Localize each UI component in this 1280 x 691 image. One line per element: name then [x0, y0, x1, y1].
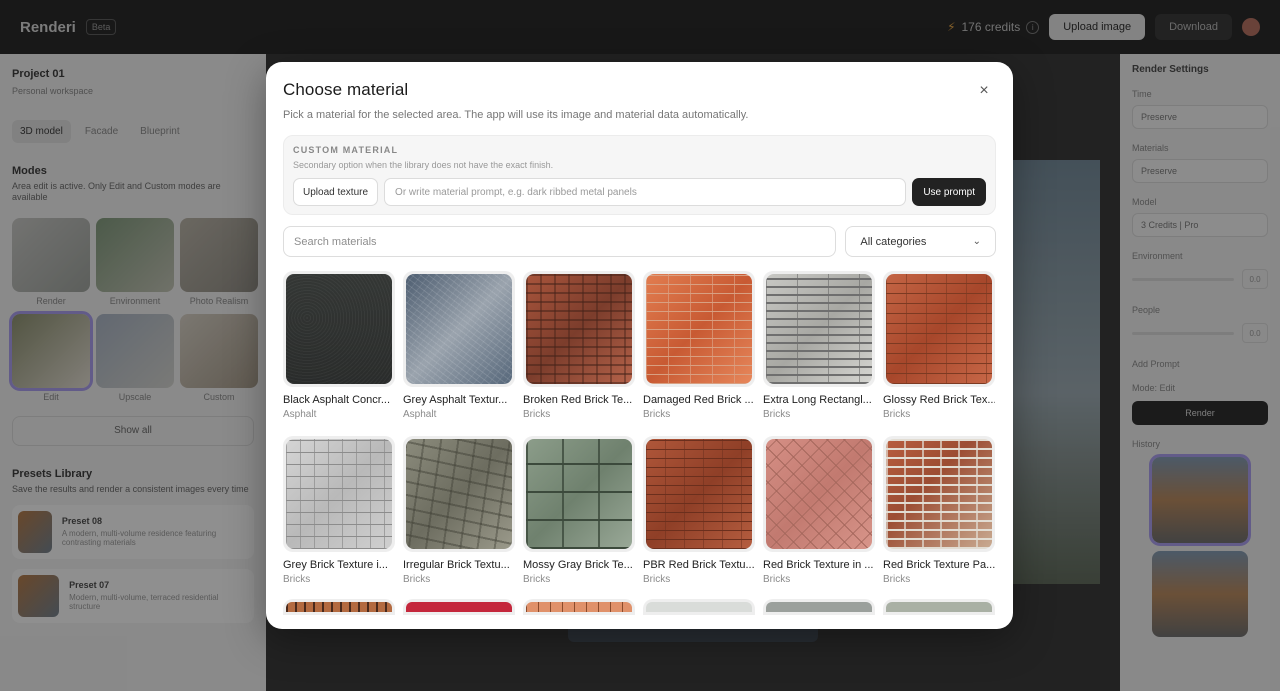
material-thumbnail[interactable] — [643, 271, 755, 387]
material-texture-image — [646, 439, 752, 549]
material-category: Bricks — [523, 409, 551, 420]
material-texture-image — [406, 602, 512, 612]
close-icon[interactable]: × — [975, 82, 993, 100]
material-name: Grey Asphalt Textur... — [403, 394, 508, 406]
materials-grid-row — [283, 599, 996, 615]
material-name: Black Asphalt Concr... — [283, 394, 390, 406]
material-thumbnail[interactable] — [283, 599, 395, 615]
material-thumbnail[interactable] — [523, 271, 635, 387]
filter-row: All categories ⌄ — [283, 226, 996, 257]
material-texture-image — [286, 274, 392, 384]
material-card[interactable]: Grey Brick Texture i... Bricks — [283, 436, 395, 585]
materials-grid-row: Black Asphalt Concr... Asphalt Grey Asphal… — [283, 271, 996, 420]
material-name: Mossy Gray Brick Te... — [523, 559, 633, 571]
material-texture-image — [286, 439, 392, 549]
material-thumbnail[interactable] — [763, 436, 875, 552]
material-name: Grey Brick Texture i... — [283, 559, 388, 571]
custom-material-section: CUSTOM MATERIAL Secondary option when th… — [283, 135, 996, 215]
material-card[interactable]: Black Asphalt Concr... Asphalt — [283, 271, 395, 420]
material-category: Bricks — [403, 574, 431, 585]
material-thumbnail[interactable] — [643, 436, 755, 552]
material-card[interactable]: Broken Red Brick Te... Bricks — [523, 271, 635, 420]
material-category: Bricks — [643, 409, 671, 420]
category-select-value: All categories — [860, 235, 927, 248]
material-thumbnail[interactable] — [403, 436, 515, 552]
custom-material-row: Upload texture Use prompt — [293, 178, 986, 206]
material-prompt-input[interactable] — [384, 178, 907, 206]
material-category: Bricks — [883, 574, 911, 585]
materials-grid-row: Grey Brick Texture i... Bricks Irregular B… — [283, 436, 996, 585]
material-name: Damaged Red Brick ... — [643, 394, 754, 406]
chevron-down-icon: ⌄ — [972, 236, 981, 247]
material-texture-image — [526, 602, 632, 612]
material-thumbnail[interactable] — [523, 436, 635, 552]
material-thumbnail[interactable] — [763, 599, 875, 615]
material-name: Red Brick Texture in ... — [763, 559, 874, 571]
material-card[interactable] — [643, 599, 755, 615]
material-thumbnail[interactable] — [883, 599, 995, 615]
material-thumbnail[interactable] — [283, 436, 395, 552]
material-card[interactable] — [403, 599, 515, 615]
material-texture-image — [886, 439, 992, 549]
material-category: Bricks — [883, 409, 911, 420]
modal-title: Choose material — [283, 80, 409, 99]
material-texture-image — [406, 274, 512, 384]
material-category: Asphalt — [283, 409, 317, 420]
material-card[interactable]: Damaged Red Brick ... Bricks — [643, 271, 755, 420]
material-card[interactable] — [283, 599, 395, 615]
material-name: Broken Red Brick Te... — [523, 394, 633, 406]
material-thumbnail[interactable] — [523, 599, 635, 615]
material-card[interactable]: Red Brick Texture Pa... Bricks — [883, 436, 995, 585]
search-materials-input[interactable] — [283, 226, 837, 257]
material-texture-image — [646, 602, 752, 612]
material-card[interactable]: Irregular Brick Textu... Bricks — [403, 436, 515, 585]
material-card[interactable] — [883, 599, 995, 615]
category-select[interactable]: All categories ⌄ — [845, 226, 996, 257]
material-card[interactable]: Glossy Red Brick Tex... Bricks — [883, 271, 995, 420]
material-thumbnail[interactable] — [883, 436, 995, 552]
material-name: Extra Long Rectangl... — [763, 394, 872, 406]
material-texture-image — [886, 274, 992, 384]
material-name: PBR Red Brick Textu... — [643, 559, 755, 571]
material-name: Irregular Brick Textu... — [403, 559, 510, 571]
material-name: Glossy Red Brick Tex... — [883, 394, 995, 406]
material-name: Red Brick Texture Pa... — [883, 559, 995, 571]
material-card[interactable]: PBR Red Brick Textu... Bricks — [643, 436, 755, 585]
custom-material-heading: CUSTOM MATERIAL — [293, 145, 399, 155]
material-card[interactable]: Grey Asphalt Textur... Asphalt — [403, 271, 515, 420]
material-thumbnail[interactable] — [403, 599, 515, 615]
material-card[interactable] — [523, 599, 635, 615]
material-card[interactable]: Mossy Gray Brick Te... Bricks — [523, 436, 635, 585]
choose-material-modal: Choose material × Pick a material for th… — [266, 62, 1013, 629]
material-texture-image — [286, 602, 392, 612]
material-card[interactable] — [763, 599, 875, 615]
material-thumbnail[interactable] — [643, 599, 755, 615]
use-prompt-button[interactable]: Use prompt — [912, 178, 986, 206]
upload-texture-button[interactable]: Upload texture — [293, 178, 379, 206]
material-thumbnail[interactable] — [403, 271, 515, 387]
material-card[interactable]: Red Brick Texture in ... Bricks — [763, 436, 875, 585]
material-texture-image — [766, 439, 872, 549]
material-category: Bricks — [643, 574, 671, 585]
material-texture-image — [406, 439, 512, 549]
material-texture-image — [526, 274, 632, 384]
material-texture-image — [766, 274, 872, 384]
material-thumbnail[interactable] — [883, 271, 995, 387]
material-texture-image — [886, 602, 992, 612]
material-category: Bricks — [763, 409, 791, 420]
modal-subtitle: Pick a material for the selected area. T… — [283, 109, 749, 121]
material-category: Bricks — [763, 574, 791, 585]
custom-material-subtitle: Secondary option when the library does n… — [293, 160, 554, 170]
material-thumbnail[interactable] — [763, 271, 875, 387]
material-category: Bricks — [523, 574, 551, 585]
material-texture-image — [766, 602, 872, 612]
material-card[interactable]: Extra Long Rectangl... Bricks — [763, 271, 875, 420]
material-thumbnail[interactable] — [283, 271, 395, 387]
material-category: Bricks — [283, 574, 311, 585]
material-texture-image — [526, 439, 632, 549]
material-texture-image — [646, 274, 752, 384]
material-category: Asphalt — [403, 409, 437, 420]
